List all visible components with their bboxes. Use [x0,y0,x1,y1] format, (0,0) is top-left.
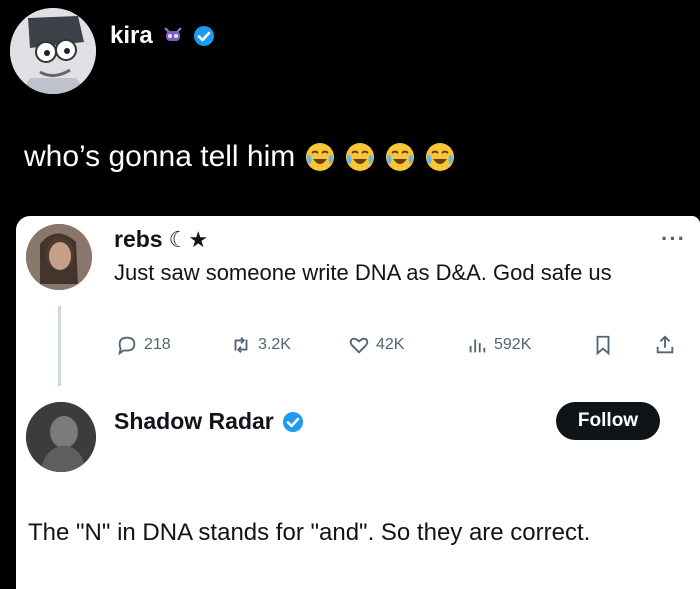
avatar-cartoon-icon [10,8,96,94]
author-name[interactable]: rebs [114,226,163,253]
verified-badge-icon [193,25,215,47]
avatar-kira[interactable] [10,8,96,94]
thread-connector-line [58,306,61,386]
verified-badge-icon [282,411,304,433]
repost-icon [234,337,248,353]
author-name[interactable]: Shadow Radar [114,408,274,435]
reply-icon [118,336,136,356]
repost-button[interactable]: 3.2K [230,334,291,356]
repost-count: 3.2K [258,336,291,353]
reply-post-text: The "N" in DNA stands for "and". So they… [28,519,591,546]
post-text: who’s gonna tell him [24,140,296,173]
crying-laughing-emoji-icon [425,142,455,172]
crying-laughing-emoji-icon [305,142,335,172]
quoted-post-text: Just saw someone write DNA as D&A. God s… [114,260,612,285]
like-button[interactable]: 42K [348,334,404,356]
share-icon [656,335,674,354]
more-options-icon[interactable]: ··· [661,226,686,252]
top-post-text: who’s gonna tell him [24,140,455,174]
alien-emoji-icon [161,24,185,49]
bookmark-button[interactable] [592,334,614,356]
avatar-photo-icon [26,402,96,472]
crying-laughing-emoji-icon [385,142,415,172]
author-name[interactable]: kira [110,22,153,50]
follow-button[interactable]: Follow [556,402,660,440]
avatar-shadow-radar[interactable] [26,402,96,472]
bookmark-icon [596,335,610,356]
reply-post-header: Shadow Radar [114,408,304,435]
views-chart-icon [469,339,486,353]
crying-laughing-emoji-icon [345,142,375,172]
top-post-header: kira [110,22,215,50]
reply-button[interactable]: 218 [116,334,171,356]
embedded-screenshot-card: rebs ☾★ ··· Just saw someone write DNA a… [16,216,700,589]
share-button[interactable] [654,334,676,356]
action-bar: 218 3.2K 42K 592K [116,334,686,362]
author-name-suffix: ☾★ [168,226,209,252]
avatar-rebs[interactable] [26,224,92,290]
views-count: 592K [494,336,532,353]
reply-count: 218 [144,336,171,353]
views-button[interactable]: 592K [466,334,531,356]
avatar-photo-icon [26,224,92,290]
like-count: 42K [376,336,405,353]
heart-icon [349,337,369,354]
quoted-post-header: rebs ☾★ [114,226,208,253]
